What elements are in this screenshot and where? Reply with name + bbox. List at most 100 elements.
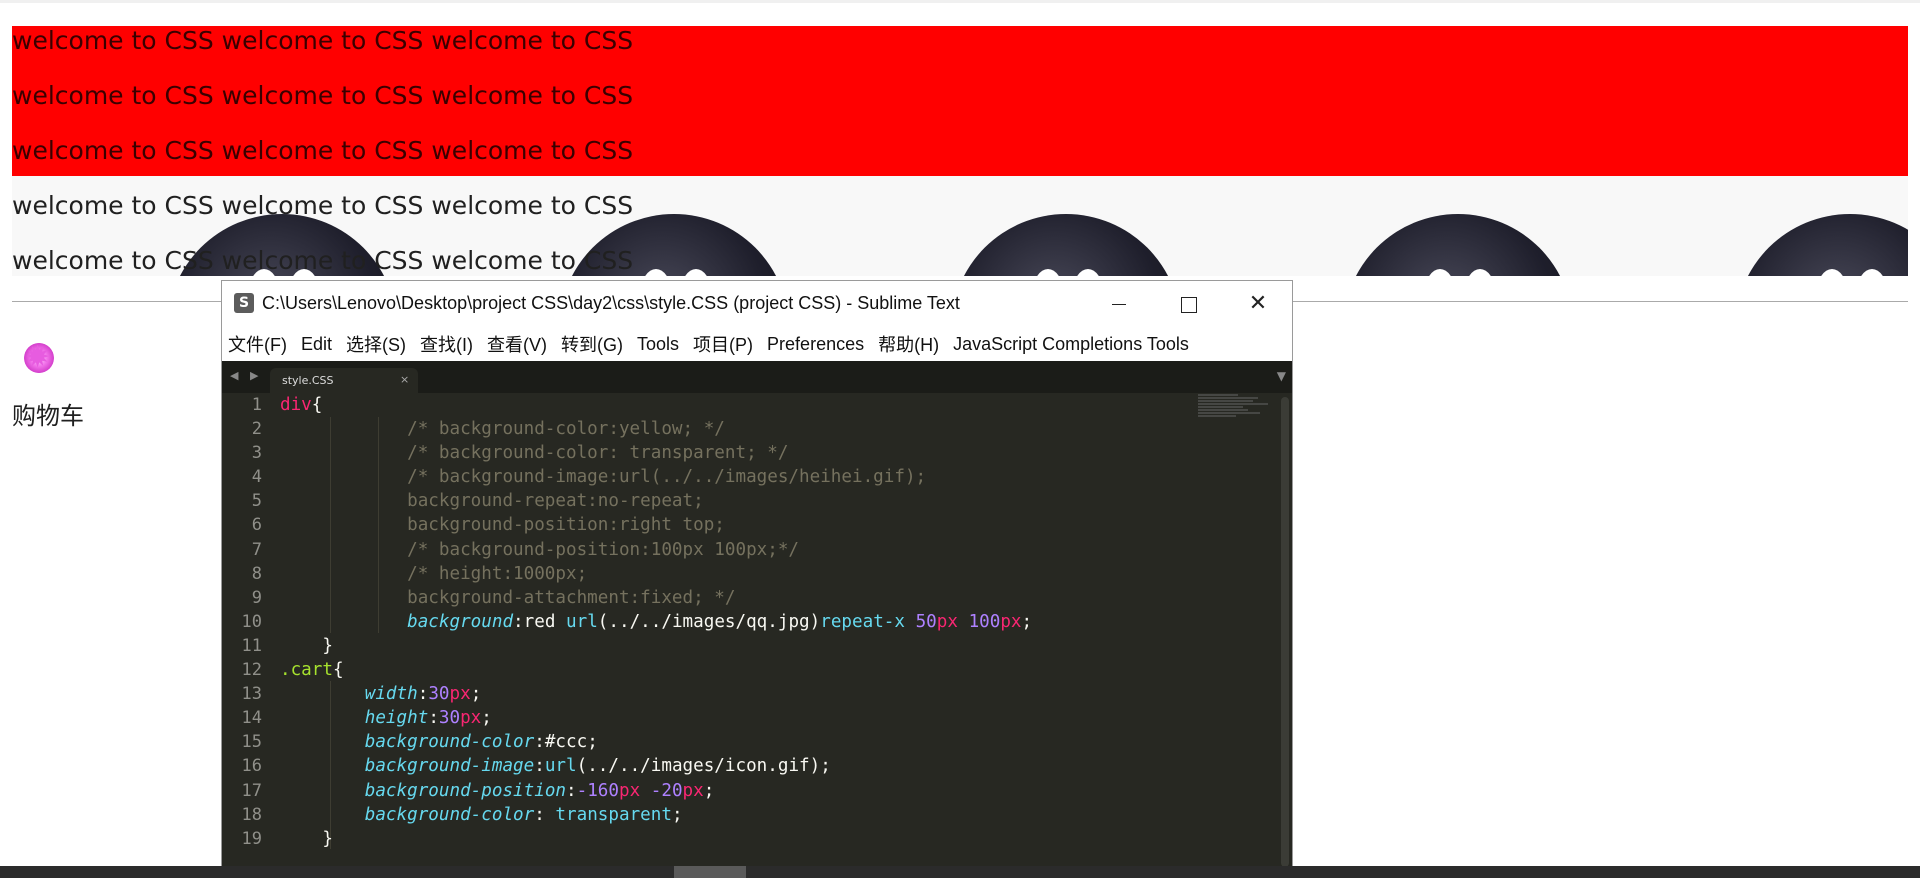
code-line: width:30px; [280, 682, 1032, 706]
code-token: url [544, 756, 577, 777]
line-number: 4 [251, 467, 262, 488]
code-token: { [332, 660, 344, 681]
code-token: px [682, 780, 704, 801]
code-token: /* background-color: transparent; */ [407, 443, 789, 464]
line-number: 11 [241, 635, 262, 656]
line-number: 10 [241, 611, 262, 632]
code-token: background-color [364, 732, 535, 753]
code-token: /* background-position:100px 100px;*/ [407, 539, 800, 560]
code-token: px [449, 684, 471, 705]
line-number: 8 [251, 563, 262, 584]
line-number: 17 [241, 780, 262, 801]
welcome-text-line: welcome to CSS welcome to CSS welcome to… [12, 246, 634, 275]
code-token: background-position:right top; [407, 515, 725, 536]
code-token: px [618, 780, 651, 801]
code-token: /* background-color:yellow; */ [407, 419, 725, 440]
line-number: 19 [241, 828, 262, 849]
tab-bar: ◀ ▶ style.CSS × ▼ [222, 361, 1292, 393]
code-token: : [534, 804, 556, 825]
code-token: : [428, 708, 439, 729]
cart-label: 购物车 [12, 402, 84, 430]
menu-item[interactable]: 帮助(H) [878, 331, 939, 357]
code-token: ; [1021, 611, 1033, 632]
tab-close-icon[interactable]: × [400, 373, 409, 386]
code-token: : [566, 780, 577, 801]
menu-item[interactable]: Preferences [767, 334, 864, 355]
code-token: px [1000, 611, 1022, 632]
code-line: background-position:right top; [280, 513, 1032, 537]
code-token: background-color [364, 804, 535, 825]
code-token: 30 [438, 708, 461, 729]
code-token: px [936, 611, 969, 632]
code-token: (../../images/qq.jpg) [597, 611, 821, 632]
code-line: /* background-position:100px 100px;*/ [280, 538, 1032, 562]
code-editor[interactable]: 1 2 3 4 5 6 7 8 9 10 11 12 13 14 15 16 17 18 19 div{ /* ba… [222, 393, 1278, 867]
code-token: transparent [555, 804, 672, 825]
menu-item[interactable]: 查找(I) [420, 331, 473, 357]
code-token: px [460, 708, 482, 729]
menu-item[interactable]: JavaScript Completions Tools [953, 334, 1189, 355]
code-token: (../../images/icon.gif); [576, 756, 831, 777]
line-number: 18 [241, 804, 262, 825]
tab-dropdown-icon[interactable]: ▼ [1277, 369, 1286, 383]
line-number: 16 [241, 756, 262, 777]
code-line: div{ [280, 393, 1032, 417]
code-token: /* height:1000px; [407, 563, 588, 584]
welcome-text-line: welcome to CSS welcome to CSS welcome to… [12, 81, 634, 110]
code-token: background [407, 611, 514, 632]
menu-item[interactable]: 选择(S) [346, 331, 406, 357]
menu-bar: 文件(F) Edit 选择(S) 查找(I) 查看(V) 转到(G) Tools 项目(P) P… [222, 327, 1292, 361]
line-number: 9 [251, 587, 262, 608]
window-titlebar[interactable]: S C:\Users\Lenovo\Desktop\project CSS\da… [222, 281, 1292, 327]
line-number: 13 [241, 684, 262, 705]
menu-item[interactable]: 查看(V) [487, 331, 547, 357]
close-button[interactable]: ✕ [1223, 281, 1292, 327]
code-token: background-position [364, 780, 567, 801]
tab-style-css[interactable]: style.CSS × [270, 368, 418, 393]
menu-item[interactable]: 文件(F) [228, 331, 287, 357]
code-token: ; [481, 708, 492, 729]
line-number-gutter: 1 2 3 4 5 6 7 8 9 10 11 12 13 14 15 16 17 18 19 [222, 393, 262, 851]
line-number: 5 [251, 491, 262, 512]
code-line: background-repeat:no-repeat; [280, 489, 1032, 513]
vertical-scrollbar[interactable] [1281, 397, 1289, 867]
code-token: -20 [650, 780, 683, 801]
menu-item[interactable]: 转到(G) [561, 331, 623, 357]
maximize-button[interactable] [1153, 281, 1223, 327]
code-token: : [534, 756, 545, 777]
code-token: 30 [428, 684, 450, 705]
code-line: background-position:-160px -20px; [280, 779, 1032, 803]
taskbar [0, 866, 1920, 878]
tab-nav-arrows-icon[interactable]: ◀ ▶ [230, 369, 262, 382]
code-area[interactable]: div{ /* background-color:yellow; */ /* b… [280, 393, 1032, 851]
code-line: background-image:url(../../images/icon.g… [280, 754, 1032, 778]
css-demo-div: welcome to CSS welcome to CSS welcome to… [12, 26, 1908, 276]
menu-item[interactable]: Tools [637, 334, 679, 355]
menu-item[interactable]: 项目(P) [693, 331, 753, 357]
menu-item[interactable]: Edit [301, 334, 332, 355]
line-number: 14 [241, 708, 262, 729]
code-token: ; [671, 804, 683, 825]
code-token: : [417, 684, 429, 705]
code-line: } [280, 634, 1032, 658]
code-token: height [364, 708, 429, 729]
taskbar-item[interactable] [674, 866, 746, 878]
tab-label: style.CSS [282, 374, 334, 387]
minimize-button[interactable] [1083, 281, 1153, 327]
line-number: 7 [251, 539, 262, 560]
sublime-app-icon: S [234, 293, 254, 313]
code-token: -160 [576, 780, 619, 801]
code-token: .cart [280, 660, 333, 681]
minimap[interactable] [1198, 393, 1284, 433]
code-token: url [566, 611, 598, 632]
